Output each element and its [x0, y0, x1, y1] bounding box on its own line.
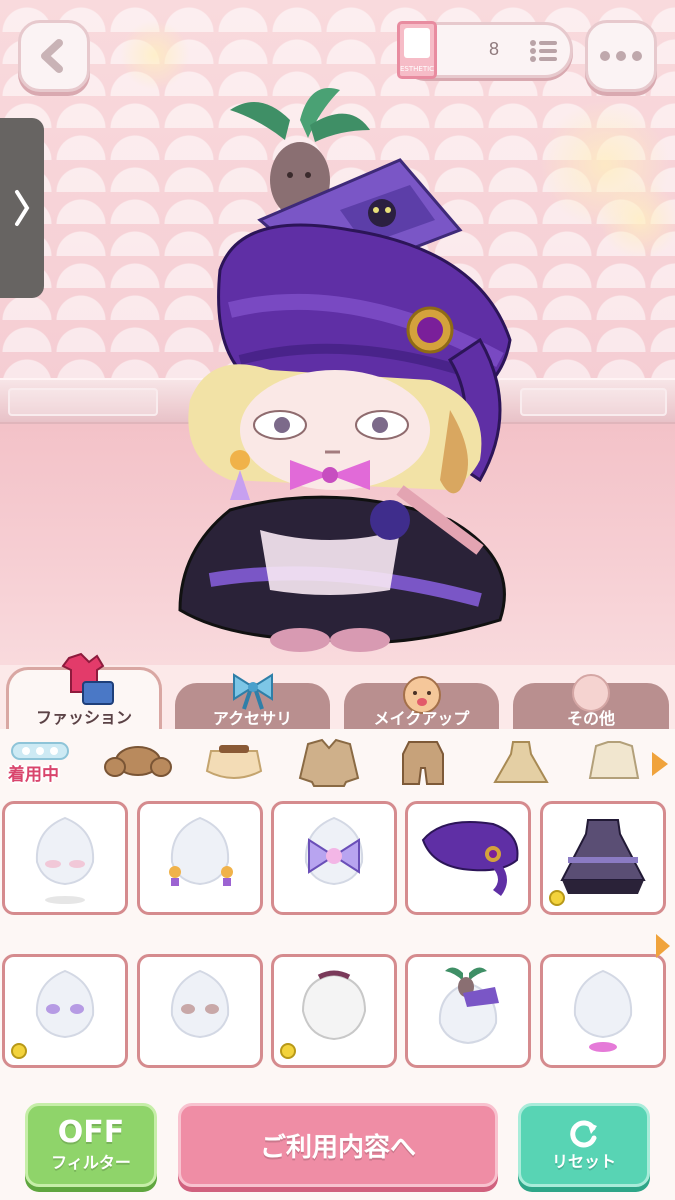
- card-counter[interactable]: ESTHETIC 8: [397, 21, 573, 79]
- tab-makeup-label: メイクアップ: [373, 709, 470, 728]
- tab-accessory[interactable]: アクセサリ: [175, 673, 330, 729]
- tab-other-label: その他: [566, 709, 615, 728]
- usage-details-button[interactable]: ご利用内容へ: [178, 1103, 498, 1187]
- light-bokeh: [600, 180, 675, 260]
- top-icon: [588, 741, 640, 779]
- dress-item-icon: [560, 819, 646, 894]
- tab-fashion[interactable]: ファッション: [6, 652, 162, 729]
- wearing-label: 着用中: [8, 765, 59, 785]
- clothes-icon: [61, 652, 114, 705]
- reset-button[interactable]: リセット: [518, 1103, 650, 1187]
- item-cell[interactable]: [271, 801, 397, 915]
- sub-hair[interactable]: [102, 735, 174, 791]
- grid-next-arrow[interactable]: [656, 934, 670, 958]
- item-cell[interactable]: [405, 801, 531, 915]
- item-cell[interactable]: [2, 801, 128, 915]
- esthetic-card-icon: ESTHETIC: [397, 21, 437, 79]
- plant-book-item-icon: [438, 967, 499, 1045]
- list-icon: [530, 40, 557, 62]
- category-tabs: ファッション アクセサリ メイクアップ その他: [0, 652, 675, 729]
- sub-top[interactable]: [578, 735, 650, 791]
- dress-icon: [493, 741, 549, 783]
- item-cell[interactable]: [137, 954, 263, 1068]
- item-cell[interactable]: [540, 954, 666, 1068]
- coat-icon: [298, 738, 360, 787]
- avatar-character[interactable]: [150, 80, 530, 660]
- reset-label: リセット: [551, 1152, 616, 1171]
- more-button[interactable]: [585, 20, 657, 92]
- subcategory-next-arrow[interactable]: [652, 752, 668, 776]
- overall-icon: [402, 741, 444, 785]
- usage-details-label: ご利用内容へ: [259, 1132, 416, 1163]
- eye-item-icon: [170, 969, 230, 1039]
- more-dots-icon: [600, 51, 642, 61]
- hair-icon: [104, 746, 172, 777]
- item-cell[interactable]: [540, 801, 666, 915]
- shoes-item-icon: [573, 969, 633, 1052]
- earring-item-icon: [169, 816, 233, 886]
- sub-outer[interactable]: [293, 735, 365, 791]
- sub-overall[interactable]: [387, 735, 459, 791]
- hint-bulb-icon: [11, 1043, 27, 1059]
- item-grid: [0, 795, 675, 1085]
- subcategory-bar: [0, 729, 675, 795]
- bottom-bar: OFF フィルター ご利用内容へ リセット: [0, 1085, 675, 1200]
- filter-label: フィルター: [51, 1153, 131, 1172]
- item-cell[interactable]: [2, 954, 128, 1068]
- side-panel-toggle[interactable]: [0, 118, 44, 298]
- hint-bulb-icon: [280, 1043, 296, 1059]
- filter-state: OFF: [57, 1115, 125, 1150]
- card-count: 8: [489, 39, 500, 59]
- turban-item-icon: [421, 821, 519, 896]
- sub-hat[interactable]: [198, 735, 270, 791]
- hint-bulb-icon: [549, 890, 565, 906]
- chevron-left-icon: [41, 39, 63, 73]
- bow-item-icon: [304, 816, 364, 886]
- ribbon-icon: [232, 673, 273, 710]
- card-label: ESTHETIC: [400, 65, 435, 73]
- hair-item-icon: [301, 970, 367, 1041]
- filter-button[interactable]: OFF フィルター: [25, 1103, 157, 1187]
- item-cell[interactable]: [405, 954, 531, 1068]
- item-cell[interactable]: [271, 954, 397, 1068]
- sub-dress[interactable]: [485, 735, 557, 791]
- back-button[interactable]: [18, 20, 90, 92]
- refresh-icon: [570, 1120, 597, 1148]
- avatar-stage: ESTHETIC 8: [0, 0, 675, 665]
- tab-fashion-label: ファッション: [35, 708, 132, 727]
- chevron-right-icon: [15, 190, 30, 226]
- item-cell[interactable]: [137, 801, 263, 915]
- tab-other[interactable]: その他: [513, 674, 669, 729]
- tab-accessory-label: アクセサリ: [212, 709, 293, 728]
- tab-makeup[interactable]: メイクアップ: [344, 676, 499, 729]
- eye-item-icon: [35, 969, 95, 1039]
- hat-icon: [205, 745, 263, 779]
- blank-mannequin-icon: [35, 816, 95, 904]
